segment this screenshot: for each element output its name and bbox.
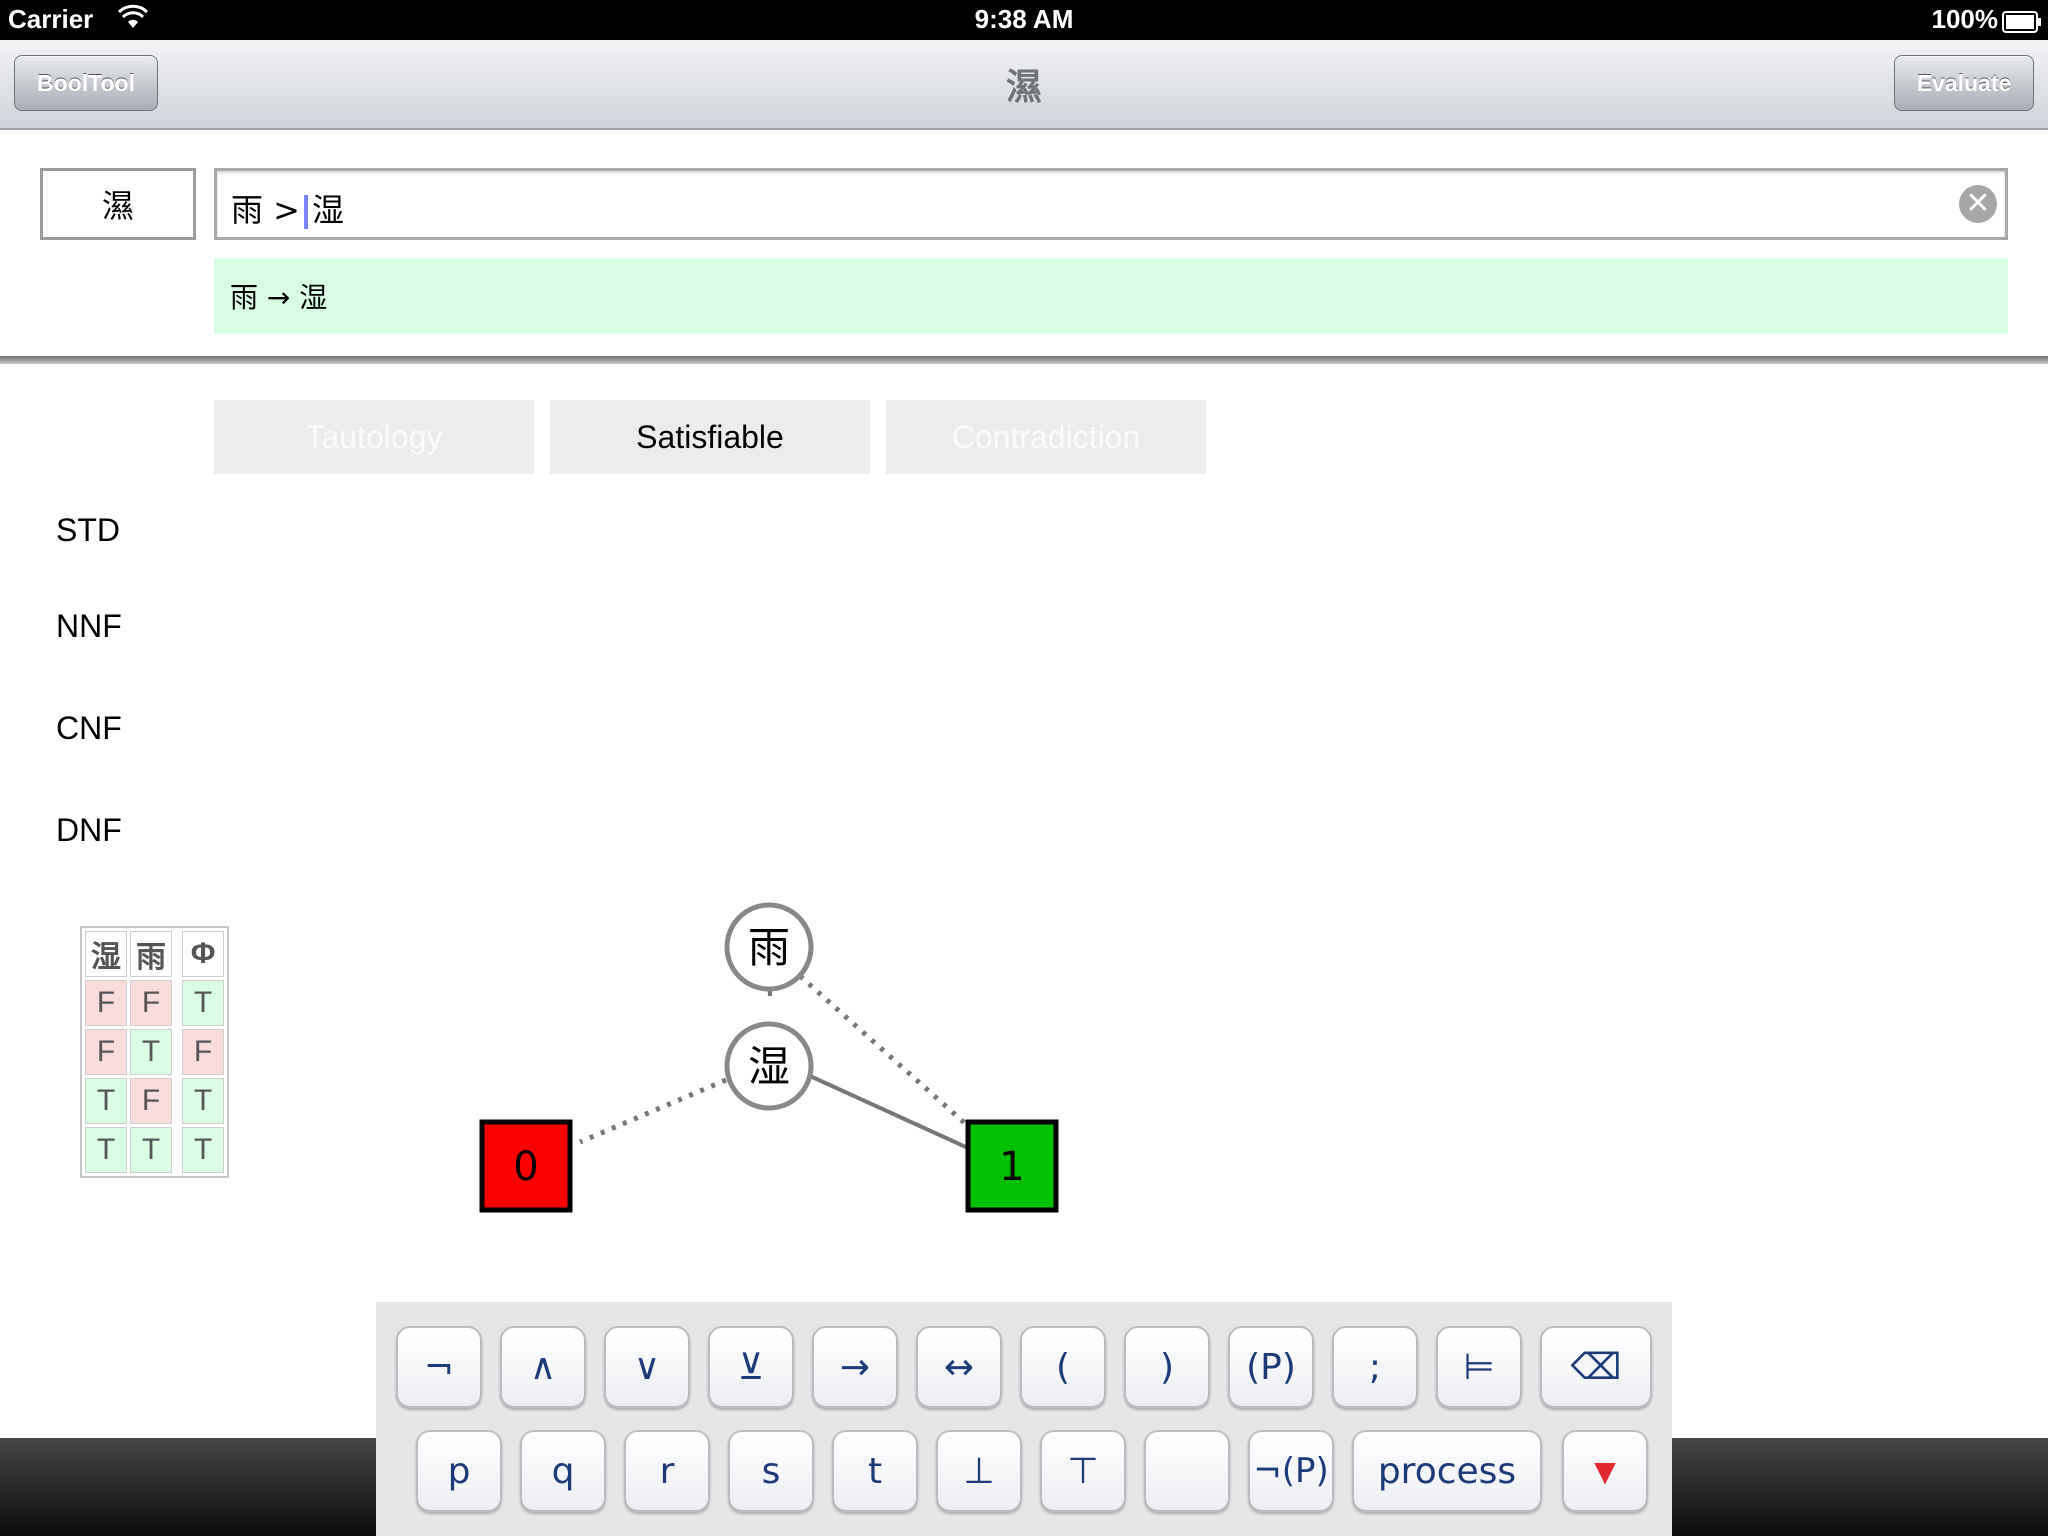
battery-icon <box>2002 9 2042 40</box>
table-row: F F T <box>85 980 224 1026</box>
table-cell: F <box>130 980 172 1026</box>
key-negate-parenthesize[interactable]: ¬(P) <box>1248 1430 1334 1512</box>
table-row: F T F <box>85 1029 224 1075</box>
truth-table: 湿 雨 Φ F F T F T F T F T T T T <box>80 926 229 1178</box>
clear-icon[interactable]: ✕ <box>1959 185 1997 223</box>
key-not[interactable]: ¬ <box>396 1326 482 1408</box>
key-xor[interactable]: ⊻ <box>708 1326 794 1408</box>
key-blank[interactable] <box>1144 1430 1230 1512</box>
key-parenthesize[interactable]: (P) <box>1228 1326 1314 1408</box>
logic-keyboard: ¬ ∧ ∨ ⊻ → ↔ ( ) (P) ; ⊨ ⌫ p q r s t ⊥ ⊤ … <box>376 1302 1672 1536</box>
table-row: T T T <box>85 1127 224 1173</box>
header-phi: Φ <box>182 931 224 977</box>
formula-name-field[interactable]: 濕 <box>40 168 196 240</box>
key-close-paren[interactable]: ) <box>1124 1326 1210 1408</box>
evaluate-button[interactable]: Evaluate <box>1894 55 2034 111</box>
status-bar: Carrier 9:38 AM 100% <box>0 0 2048 40</box>
table-cell: F <box>85 1029 127 1075</box>
bdd-terminal-false: 0 <box>479 1119 573 1213</box>
bdd-node-label: 湿 <box>748 1042 790 1091</box>
formula-right-text: 湿 <box>312 191 345 229</box>
bdd-edge-high <box>809 1074 969 1150</box>
bdd-node: 雨 <box>724 902 814 992</box>
table-cell: F <box>130 1078 172 1124</box>
header-wet: 湿 <box>85 931 127 977</box>
bdd-node-label: 雨 <box>748 923 790 972</box>
table-cell: T <box>85 1078 127 1124</box>
key-implies[interactable]: → <box>812 1326 898 1408</box>
key-s[interactable]: s <box>728 1430 814 1512</box>
truth-table-header: 湿 雨 Φ <box>85 931 224 977</box>
bdd-terminal-label: 0 <box>513 1144 538 1190</box>
formula-input[interactable]: 雨 > 湿 ✕ <box>214 168 2008 240</box>
text-caret <box>304 195 308 229</box>
table-row: T F T <box>85 1078 224 1124</box>
hide-keyboard-icon[interactable]: ▼ <box>1562 1430 1648 1512</box>
key-and[interactable]: ∧ <box>500 1326 586 1408</box>
key-semicolon[interactable]: ; <box>1332 1326 1418 1408</box>
key-or[interactable]: ∨ <box>604 1326 690 1408</box>
formula-left-text: 雨 > <box>231 191 300 229</box>
table-cell: F <box>182 1029 224 1075</box>
nnf-label: NNF <box>56 608 122 644</box>
bdd-edge-low <box>798 974 970 1128</box>
contradiction-indicator: Contradiction <box>886 400 1206 474</box>
key-iff[interactable]: ↔ <box>916 1326 1002 1408</box>
header-rain: 雨 <box>130 931 172 977</box>
table-cell: T <box>182 1127 224 1173</box>
key-p[interactable]: p <box>416 1430 502 1512</box>
table-cell: T <box>130 1029 172 1075</box>
std-label: STD <box>56 512 120 548</box>
key-true[interactable]: ⊤ <box>1040 1430 1126 1512</box>
key-t[interactable]: t <box>832 1430 918 1512</box>
bdd-diagram: 雨 湿 0 1 <box>479 902 1059 1213</box>
formula-text: 雨 > 湿 <box>231 185 344 231</box>
cnf-label: CNF <box>56 710 122 746</box>
backspace-icon[interactable]: ⌫ <box>1540 1326 1652 1408</box>
clock: 9:38 AM <box>974 4 1074 34</box>
table-cell: T <box>182 980 224 1026</box>
navigation-bar: BoolTool 濕 Evaluate <box>0 40 2048 130</box>
key-entails[interactable]: ⊨ <box>1436 1326 1522 1408</box>
key-open-paren[interactable]: ( <box>1020 1326 1106 1408</box>
bdd-terminal-true: 1 <box>965 1119 1059 1213</box>
table-cell: T <box>130 1127 172 1173</box>
table-cell: T <box>182 1078 224 1124</box>
tautology-indicator: Tautology <box>214 400 534 474</box>
table-cell: F <box>85 980 127 1026</box>
process-button[interactable]: process <box>1352 1430 1542 1512</box>
bdd-edge-low <box>579 1077 727 1145</box>
key-false[interactable]: ⊥ <box>936 1430 1022 1512</box>
bdd-node: 湿 <box>724 1021 814 1111</box>
bdd-terminal-label: 1 <box>999 1144 1024 1190</box>
table-cell: T <box>85 1127 127 1173</box>
section-divider <box>0 356 2048 364</box>
satisfiable-indicator: Satisfiable <box>550 400 870 474</box>
parsed-formula: 雨 → 湿 <box>214 258 2008 334</box>
key-q[interactable]: q <box>520 1430 606 1512</box>
battery-percent: 100% <box>1931 4 1999 34</box>
dnf-label: DNF <box>56 812 122 848</box>
page-title: 濕 <box>1005 67 1042 108</box>
key-r[interactable]: r <box>624 1430 710 1512</box>
